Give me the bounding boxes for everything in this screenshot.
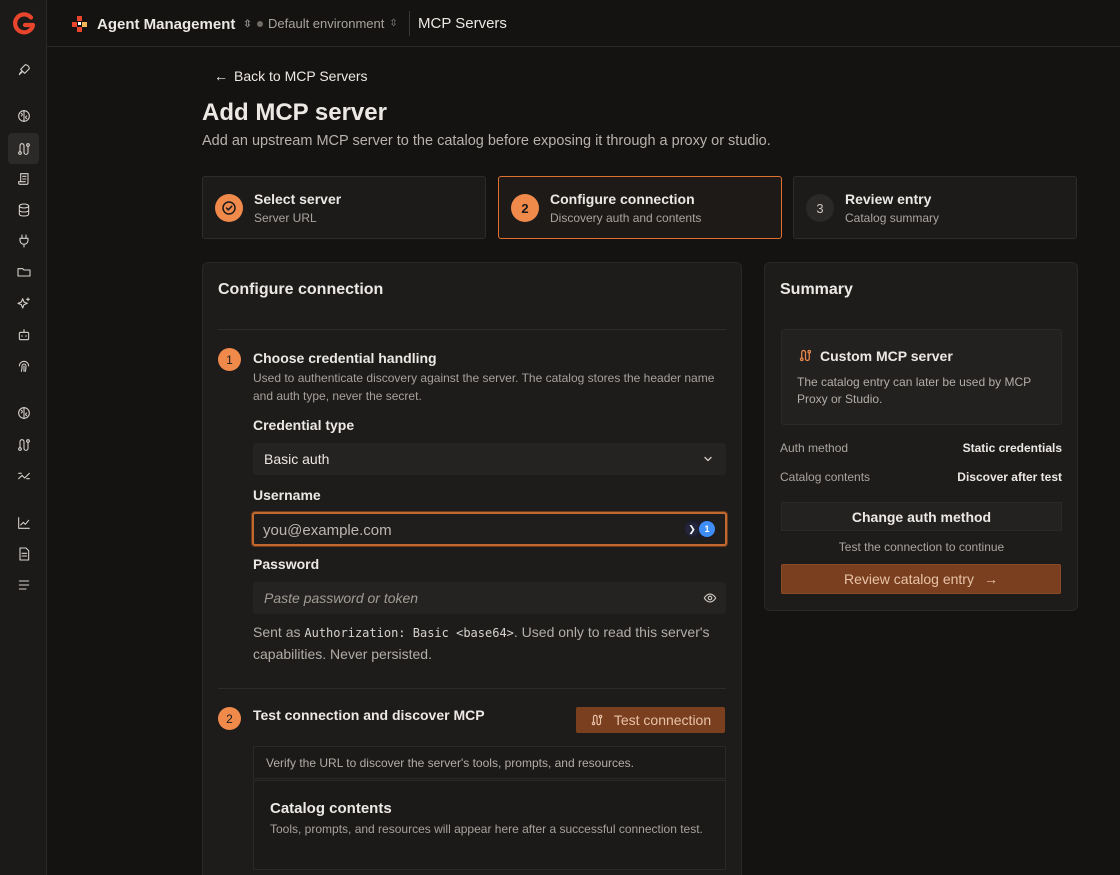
hint-text: Sent as: [253, 624, 305, 640]
catalog-contents-value: Discover after test: [957, 470, 1062, 484]
chevron-down-icon: [704, 456, 712, 462]
server-name: Custom MCP server: [820, 348, 953, 364]
verify-message: Verify the URL to discover the server's …: [253, 746, 726, 779]
test-connection-button[interactable]: Test connection: [576, 707, 725, 733]
onepassword-icon: 1: [699, 521, 715, 537]
catalog-title: Catalog contents: [270, 800, 392, 817]
section-title: Test connection and discover MCP: [253, 707, 485, 723]
step-configure-connection[interactable]: 2 Configure connection Discovery auth an…: [498, 176, 782, 239]
step-title: Configure connection: [550, 191, 695, 207]
page-title: Add MCP server: [202, 99, 387, 126]
auth-method-label: Auth method: [780, 441, 849, 455]
page-breadcrumb[interactable]: MCP Servers: [418, 15, 507, 32]
section-number: 2: [218, 707, 241, 730]
step-desc: Catalog summary: [845, 211, 940, 225]
logo-icon[interactable]: [12, 11, 36, 35]
scroll-icon[interactable]: [13, 168, 35, 190]
review-catalog-entry-button[interactable]: Review catalog entry →: [781, 564, 1061, 594]
divider: [409, 11, 410, 36]
step-number: 2: [511, 194, 539, 222]
auth-hint: Sent as Authorization: Basic <base64>. U…: [253, 622, 723, 665]
environment-switcher[interactable]: Default environment ⇳: [257, 16, 398, 31]
step-select-server[interactable]: Select server Server URL: [202, 176, 486, 239]
credential-type-select[interactable]: Basic auth: [253, 443, 726, 475]
arrow-right-icon: →: [983, 571, 998, 587]
username-input[interactable]: [263, 522, 663, 539]
environment-status-dot: [257, 20, 263, 27]
server-summary-box: Custom MCP server The catalog entry can …: [781, 329, 1062, 425]
environment-name: Default environment: [268, 16, 385, 31]
step-title: Review entry: [845, 191, 932, 207]
change-auth-method-button[interactable]: Change auth method: [781, 502, 1062, 531]
sparkles-icon[interactable]: [13, 293, 35, 315]
divider: [218, 688, 726, 689]
bot-icon[interactable]: [13, 324, 35, 346]
summary-card: [764, 262, 1078, 611]
configure-title: Configure connection: [218, 281, 384, 298]
server-desc: The catalog entry can later be used by M…: [797, 375, 1031, 406]
route-icon: [799, 349, 812, 362]
database-icon[interactable]: [13, 199, 35, 221]
credential-type-value: Basic auth: [264, 451, 330, 467]
route-icon: [591, 714, 603, 726]
catalog-contents-panel: Catalog contents Tools, prompts, and res…: [253, 780, 726, 870]
rocket-icon[interactable]: [13, 59, 35, 81]
app-switcher[interactable]: Agent Management ⇳: [71, 15, 252, 33]
step-desc: Server URL: [254, 211, 317, 225]
auth-method-value: Static credentials: [962, 441, 1062, 455]
chevron-updown-icon: ⇳: [243, 18, 252, 30]
password-field[interactable]: [253, 582, 726, 614]
chevron-right-icon: ❯: [685, 522, 699, 536]
nav-rail: [0, 0, 47, 875]
brain-icon[interactable]: [13, 105, 35, 127]
step-desc: Discovery auth and contents: [550, 211, 702, 225]
document-icon[interactable]: [13, 543, 35, 565]
section-title: Choose credential handling: [253, 350, 437, 366]
back-link-label: Back to MCP Servers: [234, 68, 368, 84]
fingerprint-icon[interactable]: [13, 355, 35, 377]
list-icon[interactable]: [13, 574, 35, 596]
catalog-desc: Tools, prompts, and resources will appea…: [270, 822, 703, 836]
test-connection-label: Test connection: [613, 712, 712, 728]
credential-type-label: Credential type: [253, 417, 355, 433]
waypoints-icon[interactable]: [13, 465, 35, 487]
app-logo-icon: [72, 16, 87, 32]
chart-icon[interactable]: [13, 512, 35, 534]
section-desc: Used to authenticate discovery against t…: [253, 371, 715, 403]
page-subtitle: Add an upstream MCP server to the catalo…: [202, 133, 771, 149]
route-icon[interactable]: [13, 434, 35, 456]
step-review-entry[interactable]: 3 Review entry Catalog summary: [793, 176, 1077, 239]
password-input[interactable]: [264, 590, 684, 606]
arrow-left-icon: ←: [214, 68, 228, 84]
brain-icon[interactable]: [13, 402, 35, 424]
check-circle-icon: [215, 194, 243, 222]
step-number: 3: [806, 194, 834, 222]
continue-note: Test the connection to continue: [838, 540, 1005, 554]
route-icon[interactable]: [8, 133, 39, 164]
divider: [218, 329, 726, 330]
password-label: Password: [253, 556, 320, 572]
folder-icon[interactable]: [13, 261, 35, 283]
app-name: Agent Management: [97, 15, 236, 33]
top-bar: Agent Management ⇳ Default environment ⇳…: [47, 0, 1120, 47]
section-number: 1: [218, 348, 241, 371]
catalog-contents-label: Catalog contents: [780, 470, 871, 484]
summary-title: Summary: [780, 281, 853, 298]
username-field[interactable]: ❯ 1: [252, 512, 727, 546]
password-manager-icon[interactable]: ❯ 1: [684, 520, 715, 538]
step-title: Select server: [254, 191, 342, 207]
eye-icon[interactable]: [703, 591, 717, 605]
back-link[interactable]: ← Back to MCP Servers: [214, 68, 368, 84]
hint-code: Authorization: Basic <base64>: [304, 626, 514, 640]
plug-icon[interactable]: [13, 230, 35, 252]
username-label: Username: [253, 487, 321, 503]
review-button-label: Review catalog entry: [844, 571, 974, 587]
chevron-updown-icon: ⇳: [389, 18, 398, 29]
